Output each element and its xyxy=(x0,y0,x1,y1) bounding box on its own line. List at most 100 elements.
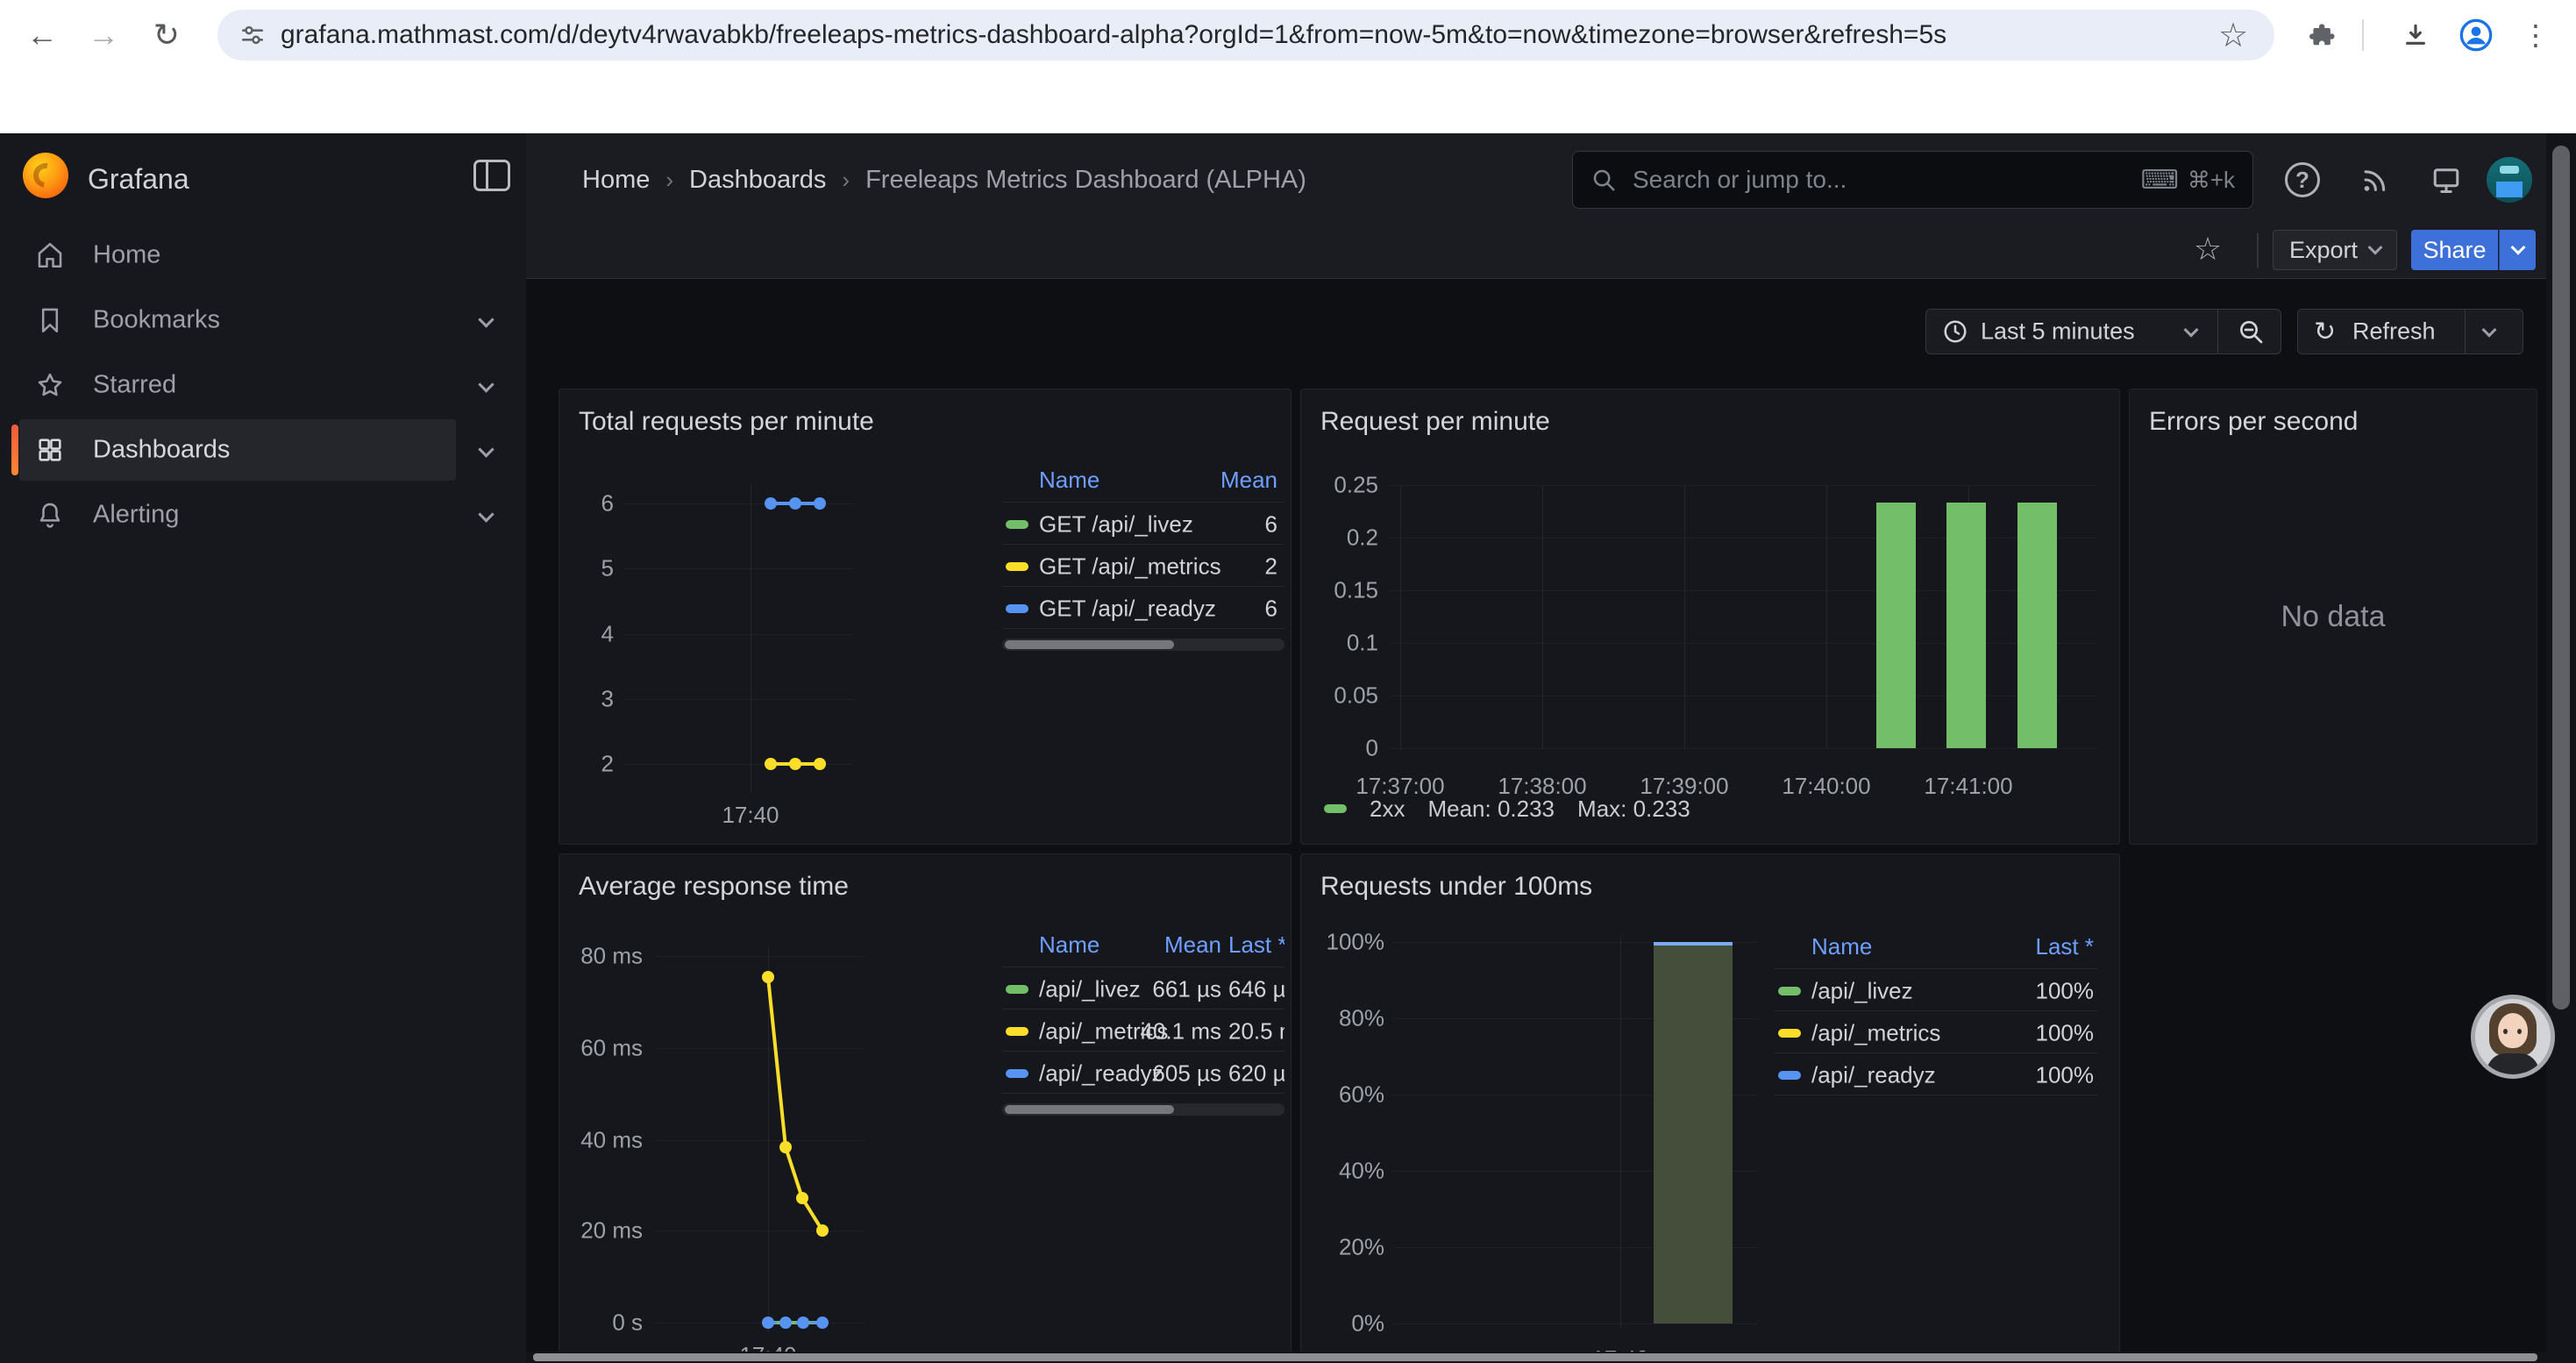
browser-toolbar: ← → ↻ grafana.mathmast.com/d/deytv4rwava… xyxy=(0,0,2576,70)
address-bar[interactable]: grafana.mathmast.com/d/deytv4rwavabkb/fr… xyxy=(217,10,2274,61)
bookmark-star-icon[interactable]: ☆ xyxy=(2212,14,2254,56)
share-button[interactable]: Share xyxy=(2411,230,2498,270)
menu-kebab-icon[interactable]: ⋮ xyxy=(2515,14,2557,56)
horizontal-scrollbar-thumb[interactable] xyxy=(533,1353,2537,1361)
reload-icon[interactable]: ↻ xyxy=(146,14,188,56)
panel-average-response-time: Average response time 80 ms 60 ms 40 ms … xyxy=(559,853,1292,1363)
breadcrumb-home[interactable]: Home xyxy=(582,166,650,195)
refresh-icon[interactable]: ↻ xyxy=(2314,317,2336,347)
legend-scrollbar[interactable] xyxy=(1002,1103,1284,1116)
grafana-logo-icon[interactable] xyxy=(23,153,68,198)
legend-row: /api/_metrics 100% xyxy=(1775,1014,2097,1053)
home-icon xyxy=(35,240,65,270)
breadcrumb-dashboards[interactable]: Dashboards xyxy=(689,166,826,195)
site-settings-icon[interactable] xyxy=(238,21,267,49)
panel-errors-per-second: Errors per second No data xyxy=(2129,389,2537,845)
sidebar-item-home[interactable]: Home xyxy=(0,223,526,288)
subheader-divider xyxy=(2257,233,2259,268)
series-swatch-yellow xyxy=(1006,1027,1028,1036)
time-range-group: Last 5 minutes xyxy=(1925,309,2281,354)
back-icon[interactable]: ← xyxy=(21,14,63,56)
legend-scrollbar-thumb[interactable] xyxy=(1005,1105,1174,1114)
extensions-icon[interactable] xyxy=(2301,14,2343,56)
panel-request-per-minute: Request per minute 0.25 0.2 0.15 0.1 0.0… xyxy=(1300,389,2120,845)
sidebar-item-bookmarks[interactable]: Bookmarks xyxy=(0,288,526,353)
rss-icon[interactable] xyxy=(2355,161,2394,199)
legend-scrollbar[interactable] xyxy=(1002,639,1284,651)
panel-title[interactable]: Average response time xyxy=(579,872,849,902)
floating-assistant-avatar[interactable] xyxy=(2471,995,2555,1079)
series-swatch-blue xyxy=(1778,1071,1801,1080)
panel-title[interactable]: Total requests per minute xyxy=(579,407,874,437)
legend-scrollbar-thumb[interactable] xyxy=(1005,640,1174,649)
star-icon xyxy=(35,370,65,400)
legend-row: /api/_readyz 100% xyxy=(1775,1056,2097,1095)
screen: ← → ↻ grafana.mathmast.com/d/deytv4rwava… xyxy=(0,0,2576,1363)
clock-icon xyxy=(1942,318,1968,345)
vertical-scrollbar-thumb[interactable] xyxy=(2552,146,2570,1010)
legend-row: /api/_livez 100% xyxy=(1775,972,2097,1010)
zoom-out-icon[interactable] xyxy=(2218,310,2282,353)
panel-title[interactable]: Request per minute xyxy=(1320,407,1550,437)
chevron-down-icon[interactable] xyxy=(478,376,494,392)
chevron-down-icon[interactable] xyxy=(2482,323,2497,338)
favorite-star-icon[interactable]: ☆ xyxy=(2188,230,2227,268)
legend-row: /api/_metrics 40.1 ms 20.5 ms xyxy=(1002,1012,1284,1051)
bar-percent xyxy=(1654,942,1733,1324)
dashboard-content: Last 5 minutes ↻ Refresh Total requests … xyxy=(526,279,2546,1363)
export-button[interactable]: Export xyxy=(2273,230,2397,270)
url-text: grafana.mathmast.com/d/deytv4rwavabkb/fr… xyxy=(281,20,1946,50)
sidebar-item-dashboards[interactable]: Dashboards xyxy=(0,417,526,482)
series-swatch-yellow xyxy=(1006,562,1028,571)
chevron-down-icon xyxy=(2510,240,2525,255)
bar-2xx xyxy=(1876,503,1916,748)
breadcrumb-current: Freeleaps Metrics Dashboard (ALPHA) xyxy=(865,166,1306,195)
sidebar-item-alerting[interactable]: Alerting xyxy=(0,482,526,547)
chevron-down-icon[interactable] xyxy=(478,506,494,522)
legend: 2xx Mean: 0.233 Max: 0.233 xyxy=(1324,791,1690,826)
sidebar-item-starred[interactable]: Starred xyxy=(0,353,526,417)
refresh-group: ↻ Refresh xyxy=(2297,309,2523,354)
grafana-app: Grafana Home Bookmarks Starred Dashboar xyxy=(0,133,2576,1363)
refresh-label[interactable]: Refresh xyxy=(2352,318,2436,346)
search-input[interactable]: Search or jump to... ⌨ ⌘+k xyxy=(1572,151,2253,209)
series-swatch-green xyxy=(1324,804,1347,813)
monitor-icon[interactable] xyxy=(2427,161,2466,199)
horizontal-scrollbar-track[interactable] xyxy=(526,1352,2576,1363)
sidebar-item-label: Dashboards xyxy=(93,436,230,465)
keyboard-icon: ⌨ xyxy=(2141,165,2179,196)
legend-row: /api/_readyz 605 µs 620 µs xyxy=(1002,1054,1284,1093)
bookmark-icon xyxy=(35,305,65,335)
search-icon xyxy=(1590,167,1617,193)
legend-row: GET /api/_readyz 6 xyxy=(1002,589,1284,628)
breadcrumb-separator: › xyxy=(665,167,673,194)
panel-requests-under-100ms: Requests under 100ms 100% 80% 60% 40% 20… xyxy=(1300,853,2120,1363)
vertical-scrollbar-track[interactable] xyxy=(2546,133,2576,1363)
chevron-down-icon[interactable] xyxy=(478,441,494,457)
panel-title[interactable]: Requests under 100ms xyxy=(1320,872,1592,902)
downloads-icon[interactable] xyxy=(2395,14,2437,56)
sidebar-toggle-icon[interactable] xyxy=(473,160,510,191)
chevron-down-icon[interactable] xyxy=(2184,323,2199,338)
dashboards-grid-icon xyxy=(35,435,65,465)
legend-series-name[interactable]: 2xx xyxy=(1370,796,1405,823)
profile-icon[interactable] xyxy=(2455,14,2497,56)
sidebar-item-label: Alerting xyxy=(93,501,179,530)
no-data-message: No data xyxy=(2130,389,2537,844)
panel-total-requests-per-minute: Total requests per minute 6 5 4 3 2 xyxy=(559,389,1292,845)
forward-icon[interactable]: → xyxy=(82,14,125,56)
legend-row: GET /api/_metrics 2 xyxy=(1002,547,1284,586)
help-icon[interactable]: ? xyxy=(2285,162,2320,197)
active-item-highlight xyxy=(19,419,456,481)
user-avatar[interactable] xyxy=(2487,157,2532,203)
series-swatch-green xyxy=(1006,985,1028,994)
legend-table: Name Mean Last * /api/_livez 661 µs 646 … xyxy=(1002,931,1284,1124)
time-range-label[interactable]: Last 5 minutes xyxy=(1981,318,2135,346)
line-chart xyxy=(624,477,861,793)
sidebar-item-label: Bookmarks xyxy=(93,306,220,335)
chevron-down-icon xyxy=(2368,240,2383,255)
chevron-down-icon[interactable] xyxy=(478,311,494,327)
legend-table: Name Last * /api/_livez 100% /api/_metri… xyxy=(1775,933,2097,1109)
breadcrumb: Home › Dashboards › Freeleaps Metrics Da… xyxy=(582,133,1306,226)
share-menu-button[interactable] xyxy=(2499,230,2536,270)
